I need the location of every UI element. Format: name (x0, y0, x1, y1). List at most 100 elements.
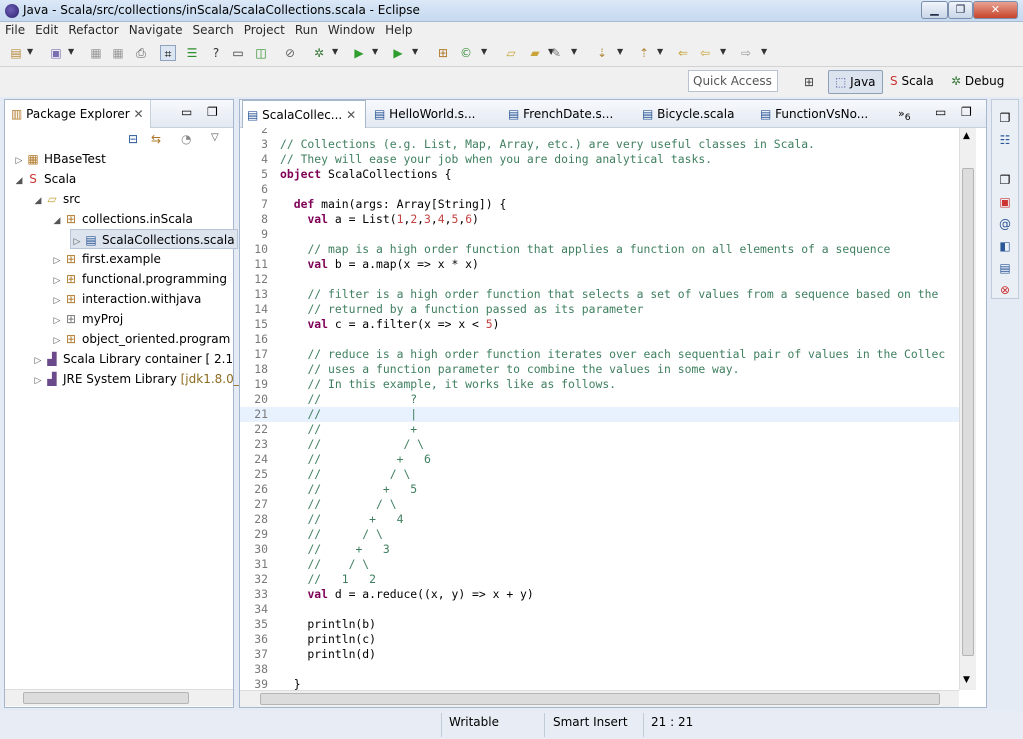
code-line[interactable]: 38 (240, 662, 959, 677)
console-icon[interactable]: ▭ (230, 45, 246, 61)
tree-item-scalacollections[interactable]: ▷ ▤ ScalaCollections.scala (70, 229, 238, 249)
code-line[interactable]: 30 // + 3 (240, 542, 959, 557)
collapsed-arrow-icon[interactable]: ▷ (51, 291, 63, 311)
code-line[interactable]: 15 val c = a.filter(x => x < 5) (240, 317, 959, 332)
collapsed-arrow-icon[interactable]: ▷ (13, 151, 25, 171)
menu-window[interactable]: Window (323, 22, 380, 38)
code-line[interactable]: 35 println(b) (240, 617, 959, 632)
help-icon[interactable]: ? (208, 45, 224, 61)
perspective-debug[interactable]: ✲ Debug (945, 70, 1010, 94)
tree-item-hbasetest[interactable]: ▷ ▦ HBaseTest (13, 149, 106, 169)
code-line[interactable]: 37 println(d) (240, 647, 959, 662)
new-class-icon[interactable]: © (458, 45, 474, 61)
menu-navigate[interactable]: Navigate (124, 22, 188, 38)
focus-task-icon[interactable]: ◔ (181, 132, 191, 146)
javadoc-icon[interactable]: @ (997, 216, 1013, 232)
expanded-arrow-icon[interactable]: ◢ (51, 211, 63, 231)
expanded-arrow-icon[interactable]: ◢ (32, 191, 44, 211)
editor-tab-helloworld[interactable]: ▤ HelloWorld.s... (370, 100, 480, 128)
code-line[interactable]: 8 val a = List(1,2,3,4,5,6) (240, 212, 959, 227)
editor-tab-frenchdate[interactable]: ▤ FrenchDate.s... (504, 100, 617, 128)
code-line[interactable]: 29 // / \ (240, 527, 959, 542)
code-line[interactable]: 17 // reduce is a high order function it… (240, 347, 959, 362)
code-line[interactable]: 20 // ? (240, 392, 959, 407)
code-line[interactable]: 25 // / \ (240, 467, 959, 482)
perspective-scala[interactable]: S Scala (884, 70, 940, 94)
scrollbar-thumb[interactable] (962, 168, 974, 656)
declaration-icon[interactable]: ◧ (997, 238, 1013, 254)
editor-tab-bicycle[interactable]: ▤ Bicycle.scala (638, 100, 738, 128)
code-line[interactable]: 6 (240, 182, 959, 197)
code-line[interactable]: 4 // They will ease your job when you are… (240, 152, 959, 167)
new-scala-project-icon[interactable]: ⊞ (435, 45, 451, 61)
open-type-icon[interactable]: ◫ (253, 45, 269, 61)
scroll-up-icon[interactable]: ▲ (963, 131, 970, 141)
code-line[interactable]: 5 object ScalaCollections { (240, 167, 959, 182)
next-annotation-icon[interactable]: ⇣ (594, 45, 610, 61)
forward-icon[interactable]: ⇨ (738, 45, 754, 61)
run-icon[interactable]: ▶ (351, 45, 367, 61)
tree-item-jre-library[interactable]: ▷ ▟ JRE System Library [jdk1.8.0_ (32, 369, 240, 389)
tree-item-functional-programming[interactable]: ▷ ⊞ functional.programming (51, 269, 227, 289)
tree-item-object-oriented[interactable]: ▷ ⊞ object_oriented.program (51, 329, 231, 349)
maximize-button[interactable]: ❐ (948, 1, 973, 19)
print-icon[interactable]: ⎙ (133, 45, 149, 61)
menu-search[interactable]: Search (188, 22, 239, 38)
code-line[interactable]: 39 } (240, 677, 959, 690)
code-line[interactable]: 7 def main(args: Array[String]) { (240, 197, 959, 212)
scrollbar-thumb[interactable] (23, 692, 189, 704)
editor-vertical-scrollbar[interactable]: ▲ ▼ (959, 128, 976, 690)
code-line[interactable]: 3 // Collections (e.g. List, Map, Array, … (240, 137, 959, 152)
editor-tab-functionvsno[interactable]: ▤ FunctionVsNo... (756, 100, 872, 128)
back-icon[interactable]: ⇦ (697, 45, 713, 61)
debug-icon[interactable]: ✲ (311, 45, 327, 61)
run-external-tool-icon[interactable]: ▶ (390, 45, 406, 61)
menu-edit[interactable]: Edit (30, 22, 63, 38)
link-with-editor-icon[interactable]: ⇆ (151, 132, 161, 146)
perspective-java[interactable]: ⬚ Java (828, 70, 883, 94)
code-line[interactable]: 27 // / \ (240, 497, 959, 512)
expanded-arrow-icon[interactable]: ◢ (13, 171, 25, 191)
save-icon[interactable]: ▦ (88, 45, 104, 61)
code-line[interactable]: 11 val b = a.map(x => x * x) (240, 257, 959, 272)
code-line[interactable]: 14 // returned by a function passed as i… (240, 302, 959, 317)
code-line[interactable]: 32 // 1 2 (240, 572, 959, 587)
code-line[interactable]: 16 (240, 332, 959, 347)
collapse-all-icon[interactable]: ⊟ (128, 132, 138, 146)
code-line[interactable]: 33 val d = a.reduce((x, y) => x + y) (240, 587, 959, 602)
open-folder-icon[interactable]: ▱ (503, 45, 519, 61)
restore-icon[interactable]: ❐ (997, 110, 1013, 126)
new-icon[interactable]: ▤ (8, 45, 24, 61)
code-line[interactable]: 9 (240, 227, 959, 242)
quick-access-input[interactable]: Quick Access (688, 70, 778, 92)
code-line[interactable]: 22 // + (240, 422, 959, 437)
collapsed-arrow-icon[interactable]: ▷ (51, 251, 63, 271)
new-wizard-icon[interactable]: ▣ (48, 45, 64, 61)
tree-item-collections-inscala[interactable]: ◢ ⊞ collections.inScala (51, 209, 193, 229)
code-line[interactable]: 34 (240, 602, 959, 617)
menu-file[interactable]: File (0, 22, 30, 38)
code-line[interactable]: 24 // + 6 (240, 452, 959, 467)
maximize-editor-icon[interactable]: ❐ (961, 105, 972, 119)
toggle-mark-occurrences-icon[interactable]: ⌗ (160, 45, 176, 61)
minimize-editor-icon[interactable]: ▭ (935, 105, 946, 119)
code-line[interactable]: 13 // filter is a high order function th… (240, 287, 959, 302)
code-line[interactable]: 23 // / \ (240, 437, 959, 452)
menu-help[interactable]: Help (380, 22, 417, 38)
error-log-icon[interactable]: ⊗ (997, 282, 1013, 298)
code-line[interactable]: 21 // | (240, 407, 959, 422)
code-line[interactable]: 2 (240, 128, 959, 137)
scroll-down-icon[interactable]: ▼ (963, 675, 970, 685)
tree-item-myproj[interactable]: ▷ ⊞ myProj (51, 309, 124, 329)
outline-icon[interactable]: ☷ (997, 132, 1013, 148)
scrollbar-thumb[interactable] (260, 693, 940, 705)
code-line[interactable]: 26 // + 5 (240, 482, 959, 497)
menu-project[interactable]: Project (239, 22, 290, 38)
code-line[interactable]: 10 // map is a high order function that … (240, 242, 959, 257)
skip-breakpoints-icon[interactable]: ⊘ (282, 45, 298, 61)
save-all-icon[interactable]: ▦ (110, 45, 126, 61)
tree-item-scala[interactable]: ◢ S Scala (13, 169, 77, 191)
close-view-icon[interactable]: ✕ (134, 107, 144, 121)
tree-item-scala-library[interactable]: ▷ ▟ Scala Library container [ 2.1 (32, 349, 234, 369)
code-line[interactable]: 19 // In this example, it works like as … (240, 377, 959, 392)
